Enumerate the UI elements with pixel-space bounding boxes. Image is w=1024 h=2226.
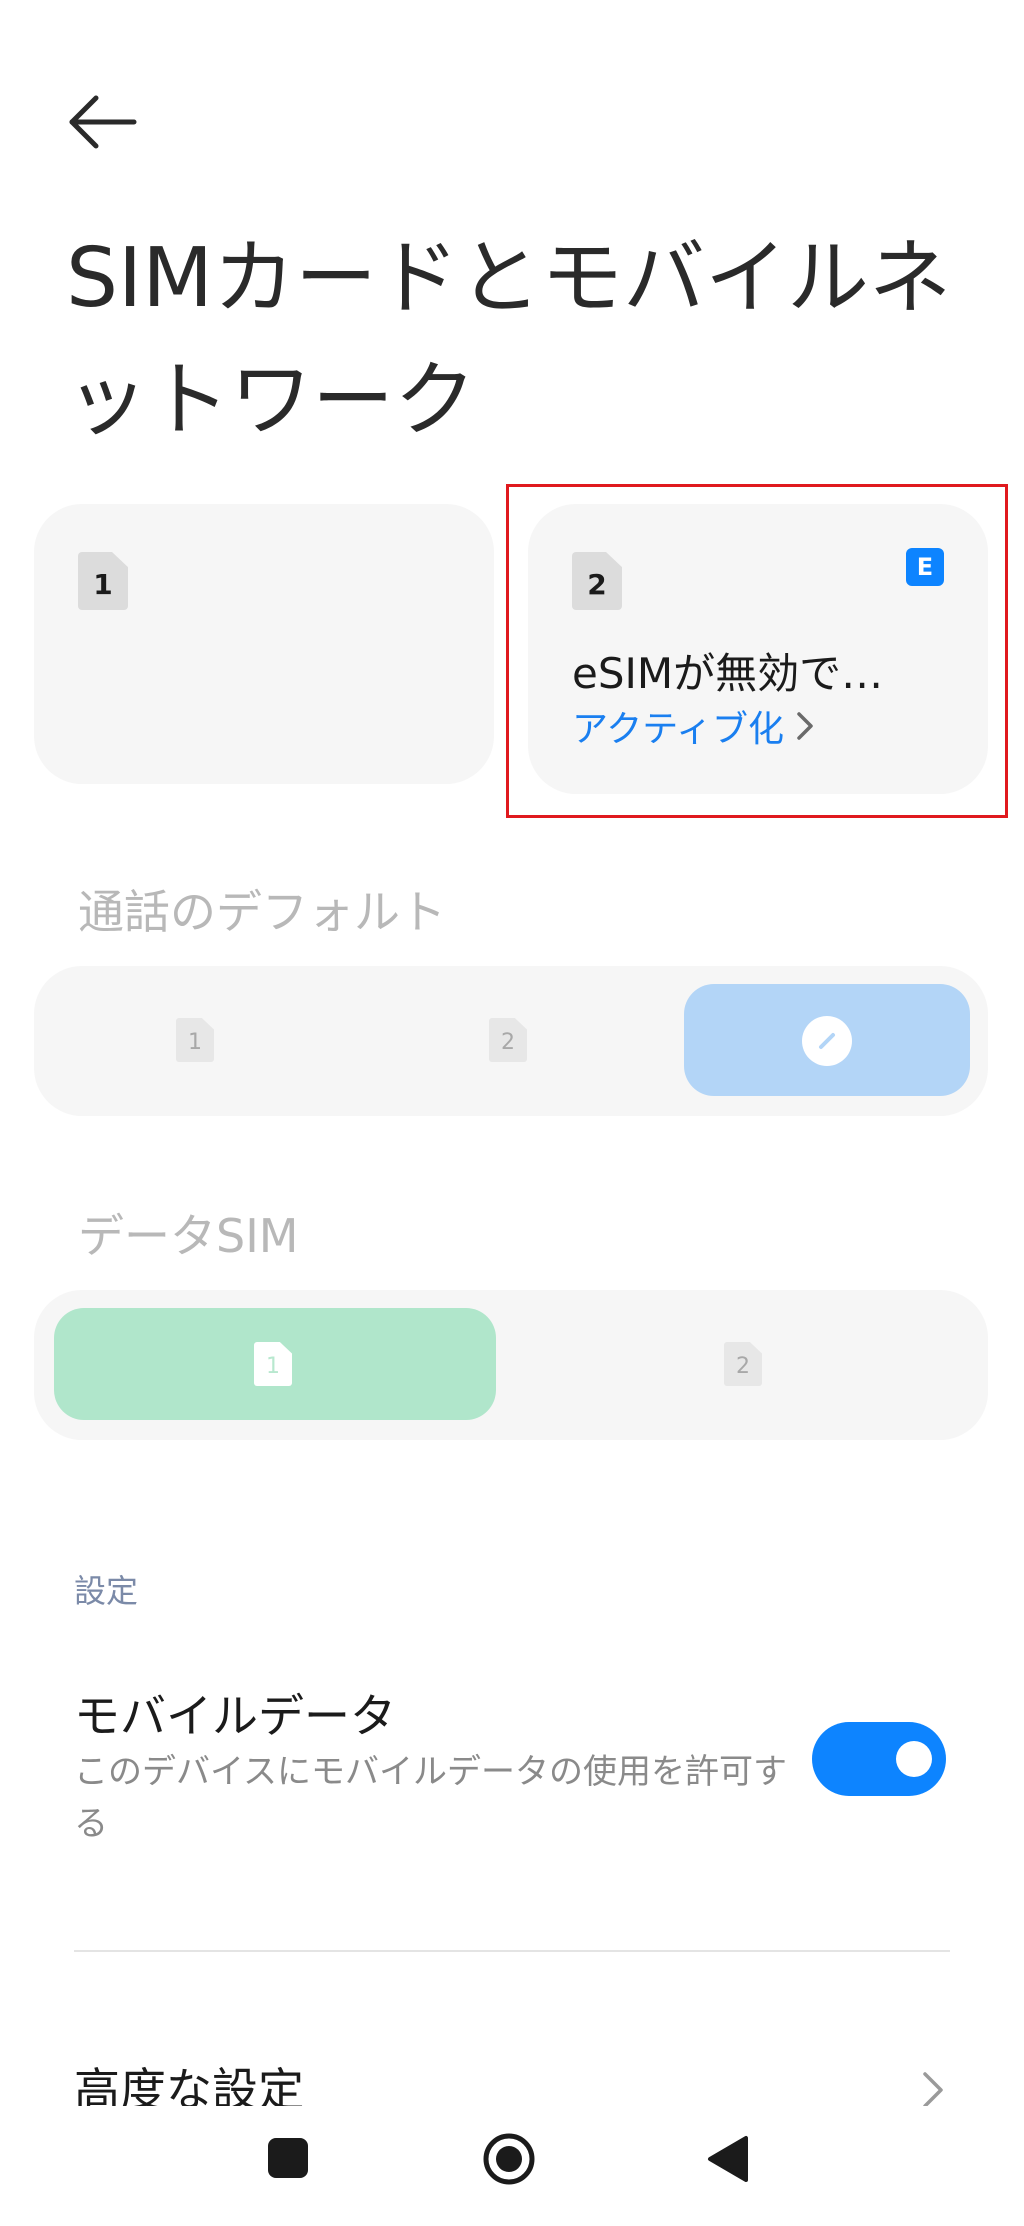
sim-card-icon: 1	[254, 1342, 292, 1386]
divider	[74, 1950, 950, 1952]
toggle-knob	[896, 1741, 932, 1777]
call-option-sim-2[interactable]: 2	[489, 1018, 527, 1062]
mobile-data-toggle[interactable]	[812, 1722, 946, 1796]
recents-button[interactable]	[268, 2138, 308, 2178]
call-default-label: 通話のデフォルト	[78, 885, 446, 939]
data-option-sim-2[interactable]: 2	[724, 1342, 762, 1386]
call-option-sim-1[interactable]: 1	[176, 1018, 214, 1062]
ask-every-time-icon	[802, 1016, 852, 1066]
back-button[interactable]	[706, 2134, 750, 2184]
highlight-box	[506, 484, 1008, 818]
sim-card-1[interactable]: 1	[34, 504, 494, 784]
data-sim-selector: 1 2	[34, 1290, 988, 1440]
navigation-bar	[0, 2106, 1024, 2226]
data-sim-label: データSIM	[78, 1209, 299, 1263]
settings-section-label: 設定	[74, 1572, 139, 1610]
home-button[interactable]	[482, 2132, 536, 2186]
sim-card-icon: 1	[78, 552, 128, 610]
call-option-ask[interactable]	[684, 984, 970, 1096]
mobile-data-title: モバイルデータ	[74, 1689, 396, 1743]
page-title: SIMカードとモバイルネットワーク	[66, 231, 951, 448]
data-option-sim-1[interactable]: 1	[54, 1308, 496, 1420]
mobile-data-description: このデバイスにモバイルデータの使用を許可する	[74, 1752, 787, 1844]
back-arrow-icon[interactable]	[62, 90, 142, 154]
call-default-selector: 1 2	[34, 966, 988, 1116]
